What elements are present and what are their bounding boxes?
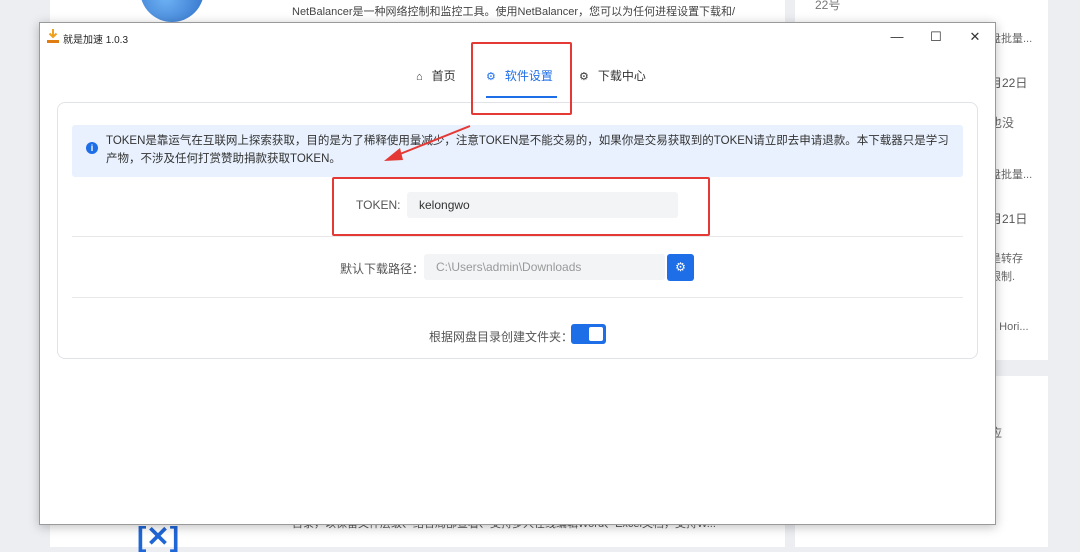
- app-window: 就是加速 1.0.3 — ☐ ✕ ⌂ 首页 ⚙ 软件设置 ⚙ 下载中心 i TOKEN…: [39, 22, 996, 525]
- annotation-arrow-icon: [384, 125, 471, 161]
- minimize-button[interactable]: —: [880, 25, 914, 49]
- download-path-input[interactable]: C:\Users\admin\Downloads: [424, 254, 665, 280]
- create-folder-label: 根据网盘目录创建文件夹：: [429, 330, 574, 344]
- tab-home-label: 首页: [431, 69, 456, 83]
- download-path-label: 默认下载路径：: [340, 262, 425, 276]
- divider: [72, 236, 963, 237]
- background-date-text: 22号: [815, 0, 841, 12]
- highlight-box-token: [332, 177, 710, 236]
- alert-text: TOKEN是靠运气在互联网上探索获取，目的是为了稀释使用量减少，注意TOKEN是…: [106, 135, 949, 165]
- home-icon: ⌂: [416, 71, 423, 83]
- gear-icon: ⚙: [675, 260, 686, 274]
- app-download-icon: [47, 29, 59, 43]
- gear-icon: ⚙: [579, 71, 589, 83]
- highlight-box-settings-tab: [471, 42, 572, 115]
- create-folder-toggle[interactable]: [571, 324, 606, 344]
- background-sidebar-item: 盘批量...: [990, 33, 1033, 45]
- info-icon: i: [86, 142, 98, 154]
- close-button[interactable]: ✕: [958, 25, 992, 49]
- background-sidebar-item: 盘批量...: [990, 169, 1033, 181]
- background-logo-bottom: [✕]: [136, 521, 180, 552]
- background-article-text: NetBalancer是一种网络控制和监控工具。使用NetBalancer，您可…: [292, 6, 736, 18]
- tab-downloads-label: 下载中心: [597, 69, 646, 83]
- maximize-button[interactable]: ☐: [919, 25, 953, 49]
- choose-folder-button[interactable]: ⚙: [667, 254, 694, 281]
- divider: [72, 297, 963, 298]
- info-alert: i TOKEN是靠运气在互联网上探索获取，目的是为了稀释使用量减少，注意TOKE…: [72, 125, 963, 177]
- app-title: 就是加速 1.0.3: [63, 35, 129, 46]
- toggle-knob: [589, 327, 603, 341]
- tab-home[interactable]: ⌂ 首页: [416, 67, 456, 84]
- tab-downloads[interactable]: ⚙ 下载中心: [579, 67, 646, 84]
